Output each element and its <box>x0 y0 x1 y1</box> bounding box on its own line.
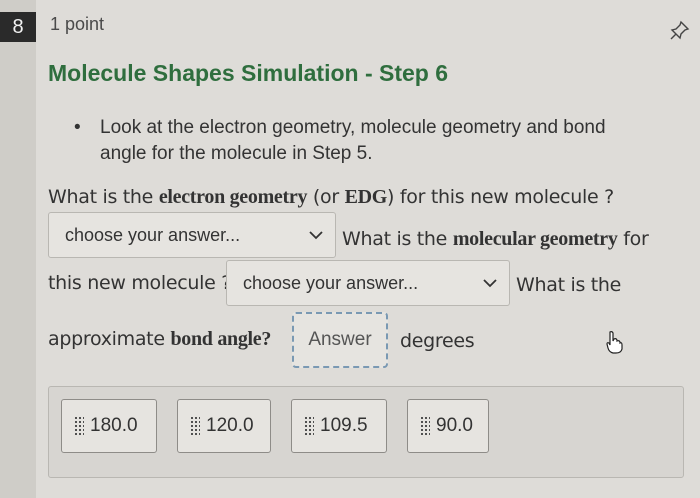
hand-cursor-icon <box>606 331 623 354</box>
choice-label: 90.0 <box>436 415 473 436</box>
molecular-geometry-prompt-line2: this new molecule ? <box>48 272 231 294</box>
instruction-text: Look at the electron geometry, molecule … <box>100 117 606 164</box>
prompt-text: this new molecule ? <box>48 272 232 294</box>
question-number: 8 <box>0 12 36 42</box>
bullet-dot: • <box>74 117 81 138</box>
bond-angle-prompt: What is the <box>516 274 621 296</box>
prompt-bold: bond angle? <box>170 328 272 350</box>
choice-chip[interactable]: 90.0 <box>407 399 489 453</box>
drag-handle-icon <box>74 416 84 436</box>
question-title: Molecule Shapes Simulation - Step 6 <box>48 60 449 86</box>
pin-icon[interactable] <box>670 20 690 40</box>
degrees-label: degrees <box>400 330 475 352</box>
question-card: 1 point Molecule Shapes Simulation - Ste… <box>36 0 700 498</box>
prompt-text: (or <box>307 186 345 208</box>
prompt-text: What is the <box>48 186 159 208</box>
prompt-text: What is the <box>342 228 453 250</box>
prompt-text: ) for this new molecule ? <box>387 186 614 208</box>
choice-label: 180.0 <box>90 415 138 436</box>
chevron-down-icon <box>483 277 497 291</box>
question-points: 1 point <box>50 14 105 34</box>
prompt-bold: EDG <box>344 186 388 208</box>
select-value: choose your answer... <box>65 224 241 245</box>
prompt-bold: molecular geometry <box>452 228 618 250</box>
electron-geometry-select[interactable]: choose your answer... <box>48 212 336 258</box>
electron-geometry-prompt: What is the electron geometry (or EDG) f… <box>48 186 614 209</box>
select-value: choose your answer... <box>243 272 419 293</box>
chevron-down-icon <box>309 229 323 243</box>
instruction-bullet: • Look at the electron geometry, molecul… <box>74 115 634 167</box>
units-text: degrees <box>400 330 475 352</box>
prompt-bold: electron geometry <box>158 186 308 208</box>
choice-chip[interactable]: 180.0 <box>61 399 157 453</box>
bond-angle-prompt-line2: approximate bond angle? <box>48 328 271 351</box>
bond-angle-drop-zone[interactable]: Answer <box>292 312 388 368</box>
drag-handle-icon <box>304 416 314 436</box>
prompt-text: What is the <box>516 274 622 296</box>
molecular-geometry-select[interactable]: choose your answer... <box>226 260 510 306</box>
choice-label: 120.0 <box>206 415 254 436</box>
molecular-geometry-prompt: What is the molecular geometry for <box>342 228 649 251</box>
prompt-text: for <box>617 228 649 250</box>
choice-label: 109.5 <box>320 415 368 436</box>
prompt-text: approximate <box>48 328 171 350</box>
drag-handle-icon <box>190 416 200 436</box>
drag-handle-icon <box>420 416 430 436</box>
drop-zone-placeholder: Answer <box>308 329 372 350</box>
choice-chip[interactable]: 109.5 <box>291 399 387 453</box>
answer-choices-tray: 180.0 120.0 109.5 90.0 <box>48 386 684 478</box>
choice-chip[interactable]: 120.0 <box>177 399 271 453</box>
